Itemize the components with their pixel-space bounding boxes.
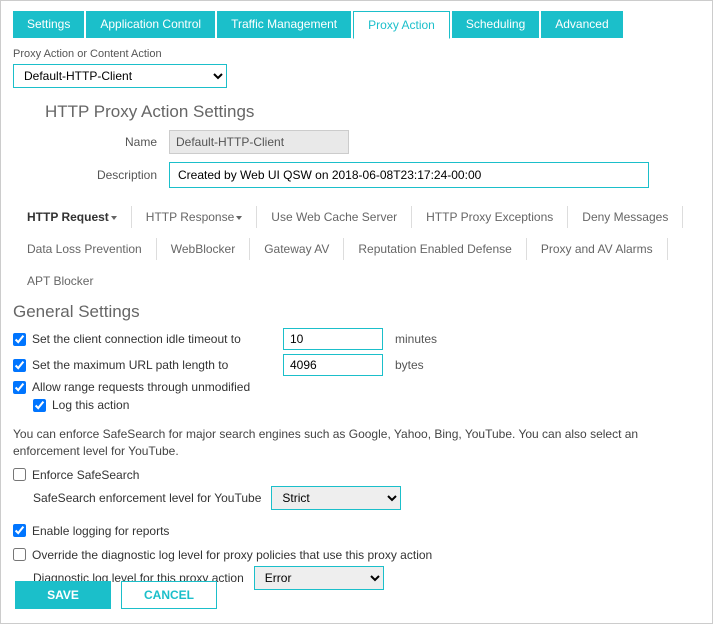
url-length-label: Set the maximum URL path length to [32,358,228,372]
safesearch-paragraph: You can enforce SafeSearch for major sea… [13,426,700,460]
url-length-checkbox[interactable] [13,359,26,372]
section-http-proxy-title: HTTP Proxy Action Settings [45,102,700,122]
name-input [169,130,349,154]
safesearch-level-label: SafeSearch enforcement level for YouTube [33,491,261,505]
safesearch-level-select[interactable]: Strict [271,486,401,510]
idle-timeout-checkbox[interactable] [13,333,26,346]
override-log-level-label: Override the diagnostic log level for pr… [32,548,432,562]
tab-application-control[interactable]: Application Control [86,11,215,38]
button-row: SAVE CANCEL [15,581,217,609]
tab-advanced[interactable]: Advanced [541,11,622,38]
enforce-safesearch-checkbox[interactable] [13,468,26,481]
tab-traffic-management[interactable]: Traffic Management [217,11,351,38]
description-input[interactable] [169,162,649,188]
page: Settings Application Control Traffic Man… [0,0,713,624]
tab-scheduling[interactable]: Scheduling [452,11,539,38]
subnav-dlp[interactable]: Data Loss Prevention [13,238,157,260]
description-label: Description [13,168,169,182]
enforce-safesearch-label: Enforce SafeSearch [32,468,139,482]
range-requests-label: Allow range requests through unmodified [32,380,250,394]
proxy-action-label: Proxy Action or Content Action [13,48,700,60]
main-tabs: Settings Application Control Traffic Man… [13,11,700,38]
proxy-action-select[interactable]: Default-HTTP-Client [13,64,227,88]
idle-timeout-input[interactable] [283,328,383,350]
name-label: Name [13,135,169,149]
subnav: HTTP Request HTTP Response Use Web Cache… [13,206,700,292]
log-action-label: Log this action [52,398,129,412]
save-button[interactable]: SAVE [15,581,111,609]
subnav-http-request[interactable]: HTTP Request [13,206,132,228]
idle-timeout-unit: minutes [395,332,437,346]
log-action-checkbox[interactable] [33,399,46,412]
subnav-deny-messages[interactable]: Deny Messages [568,206,683,228]
diag-log-level-select[interactable]: Error [254,566,384,590]
subnav-apt-blocker[interactable]: APT Blocker [13,270,107,292]
override-log-level-checkbox[interactable] [13,548,26,561]
subnav-http-response[interactable]: HTTP Response [132,206,257,228]
url-length-input[interactable] [283,354,383,376]
subnav-proxy-av-alarms[interactable]: Proxy and AV Alarms [527,238,668,260]
caret-down-icon [236,216,242,220]
subnav-reputation[interactable]: Reputation Enabled Defense [344,238,526,260]
caret-down-icon [111,216,117,220]
range-requests-checkbox[interactable] [13,381,26,394]
url-length-unit: bytes [395,358,424,372]
tab-settings[interactable]: Settings [13,11,84,38]
subnav-http-exceptions[interactable]: HTTP Proxy Exceptions [412,206,568,228]
subnav-web-cache[interactable]: Use Web Cache Server [257,206,412,228]
idle-timeout-label: Set the client connection idle timeout t… [32,332,241,346]
cancel-button[interactable]: CANCEL [121,581,217,609]
general-settings-title: General Settings [13,302,700,322]
enable-logging-checkbox[interactable] [13,524,26,537]
enable-logging-label: Enable logging for reports [32,524,169,538]
subnav-gateway-av[interactable]: Gateway AV [250,238,344,260]
tab-proxy-action[interactable]: Proxy Action [353,11,450,39]
subnav-webblocker[interactable]: WebBlocker [157,238,250,260]
